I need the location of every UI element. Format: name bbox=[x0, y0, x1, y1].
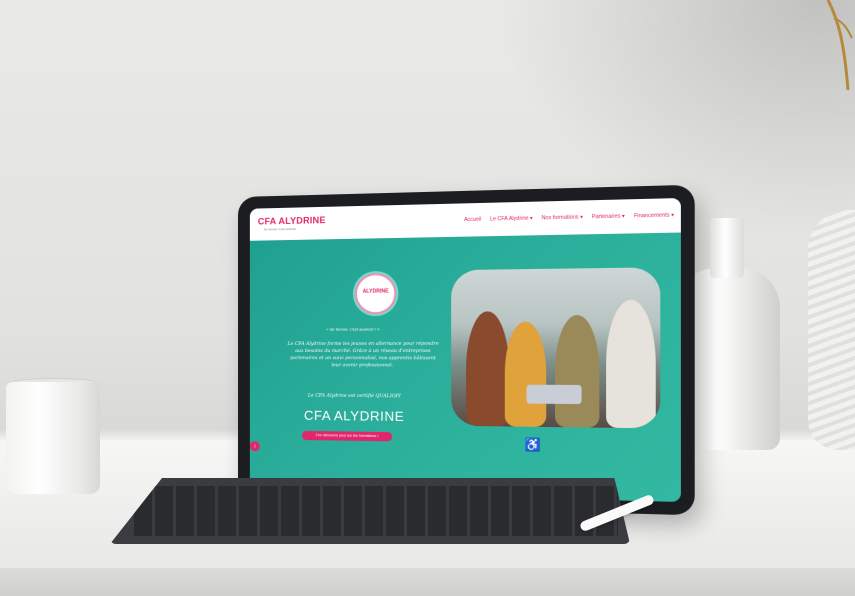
keyboard-keys bbox=[134, 486, 618, 536]
certification-text: Le CFA Alydrine est certifié QUALIOPI bbox=[307, 393, 401, 400]
vase-neck bbox=[710, 218, 744, 278]
wheelchair-icon[interactable]: ♿ bbox=[524, 437, 540, 452]
hero-description: Le CFA Alydrine forme les jeunes en alte… bbox=[287, 341, 439, 369]
ribbed-vase bbox=[808, 210, 855, 450]
site-logo[interactable]: CFA ALYDRINE bbox=[258, 215, 326, 227]
student-1 bbox=[466, 311, 510, 427]
nav-item-partenaires[interactable]: Partenaires ▾ bbox=[592, 213, 625, 220]
mug bbox=[6, 382, 100, 494]
laptop bbox=[526, 384, 582, 405]
nav-item-financements[interactable]: Financements ▾ bbox=[634, 212, 674, 219]
arrow-down-icon[interactable]: ↓ bbox=[249, 441, 260, 452]
student-4 bbox=[606, 299, 656, 429]
student-2 bbox=[504, 321, 547, 427]
logo-subtitle: Se former, c'est avancer bbox=[263, 226, 297, 232]
dried-branch bbox=[826, 0, 853, 90]
keyboard bbox=[110, 478, 630, 544]
tablet-screen: CFA ALYDRINE Se former, c'est avancer Ac… bbox=[249, 198, 681, 502]
badge-label: ALYDRINE bbox=[362, 288, 389, 295]
desk-scene: CFA ALYDRINE Se former, c'est avancer Ac… bbox=[0, 0, 855, 596]
nav-item-formations[interactable]: Nos formations ▾ bbox=[541, 214, 582, 221]
student-3 bbox=[555, 314, 600, 428]
formations-cta-button[interactable]: J'en découvre plus sur les formations ! bbox=[301, 430, 393, 442]
alydrine-badge: ALYDRINE bbox=[354, 272, 397, 315]
nav-item-accueil[interactable]: Accueil bbox=[464, 217, 481, 224]
students-photo bbox=[451, 267, 661, 429]
tablet: CFA ALYDRINE Se former, c'est avancer Ac… bbox=[238, 184, 695, 516]
nav-item-cfa[interactable]: Le CFA Alydrine ▾ bbox=[490, 215, 533, 222]
desk-edge bbox=[0, 568, 855, 596]
hero-section: ALYDRINE « Se former, c'est avancer ! » … bbox=[249, 233, 681, 502]
hero-tagline: « Se former, c'est avancer ! » bbox=[326, 326, 380, 332]
main-nav: Accueil Le CFA Alydrine ▾ Nos formations… bbox=[464, 212, 674, 223]
hero-brand-title: CFA ALYDRINE bbox=[303, 407, 405, 425]
